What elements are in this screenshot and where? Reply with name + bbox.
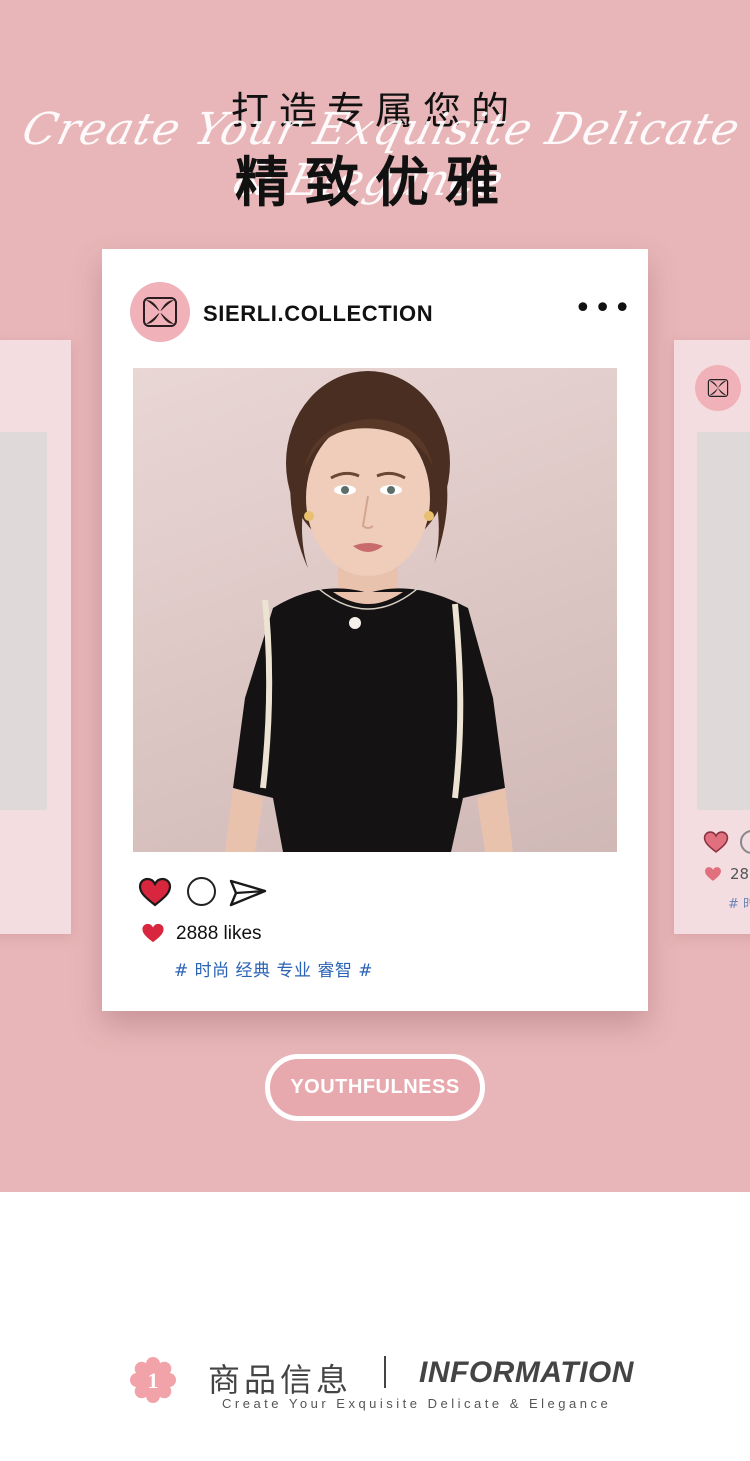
post-username[interactable]: SIERLI.COLLECTION: [203, 301, 433, 327]
side-likes-count: 28: [730, 865, 750, 883]
section-divider: [384, 1356, 386, 1388]
side-post-card-left[interactable]: [0, 340, 71, 934]
section-number: 1: [148, 1368, 159, 1393]
heart-icon[interactable]: [138, 877, 172, 907]
headline-main: 精致优雅: [235, 151, 515, 214]
section-heading: 1 商品信息 INFORMATION Create Your Exquisite…: [0, 1340, 750, 1420]
likes-heart-icon: [142, 923, 164, 943]
side-post-card-right[interactable]: 28 # 时: [674, 340, 750, 934]
badge-label: YOUTHFULNESS: [290, 1076, 460, 1098]
send-icon[interactable]: [228, 877, 268, 909]
heart-small-icon: [705, 867, 721, 881]
side-post-image: [0, 432, 47, 810]
hero-section: 打造专属您的 Create Your Exquisite Delicate & …: [0, 0, 750, 1192]
side-post-image: [697, 432, 750, 810]
heart-icon[interactable]: [703, 830, 729, 854]
section-title-cn: 商品信息: [208, 1361, 353, 1399]
post-card: SIERLI.COLLECTION ••• 2888 likes # 时尚 经典…: [102, 249, 648, 1011]
flower-number-icon: 1: [130, 1357, 176, 1403]
brand-logo-icon: [695, 365, 741, 411]
section-subtitle: Create Your Exquisite Delicate & Eleganc…: [222, 1396, 612, 1411]
post-hashtags[interactable]: # 时尚 经典 专业 睿智 #: [174, 956, 373, 981]
brand-logo-icon[interactable]: [130, 282, 190, 342]
likes-count[interactable]: 2888 likes: [176, 923, 262, 945]
section-title-en: INFORMATION: [419, 1356, 634, 1389]
model-photo-illustration: [225, 371, 513, 852]
youthfulness-badge: YOUTHFULNESS: [265, 1054, 485, 1121]
post-photo[interactable]: [133, 368, 617, 852]
comment-icon[interactable]: [740, 830, 750, 854]
more-options-icon[interactable]: •••: [574, 294, 631, 324]
comment-icon[interactable]: [187, 877, 216, 906]
side-hashtags: # 时: [728, 897, 750, 912]
